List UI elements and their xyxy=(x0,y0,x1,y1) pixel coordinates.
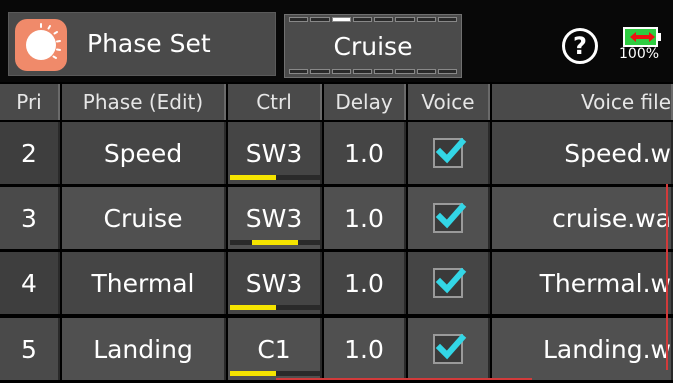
col-header-ctrl: Ctrl xyxy=(228,84,322,120)
col-header-voice: Voice xyxy=(408,84,490,120)
table-row[interactable]: 3 Cruise SW3 1.0 cruise.wa xyxy=(0,187,673,249)
ctrl-cell[interactable]: SW3 xyxy=(228,187,322,249)
col-header-delay: Delay xyxy=(324,84,406,120)
ctrl-label: SW3 xyxy=(245,203,303,233)
ctrl-position-fill xyxy=(230,175,276,180)
phase-name-cell[interactable]: Cruise xyxy=(62,187,226,249)
help-icon[interactable]: ? xyxy=(562,28,598,64)
check-icon xyxy=(435,137,467,164)
ctrl-label: SW3 xyxy=(245,138,303,168)
phase-segment xyxy=(352,17,372,22)
voice-checkbox[interactable] xyxy=(433,267,467,298)
voice-checkbox[interactable] xyxy=(433,333,467,364)
ctrl-label: SW3 xyxy=(245,268,303,298)
ctrl-position-fill xyxy=(252,240,298,245)
table-row[interactable]: 4 Thermal SW3 1.0 Thermal.w xyxy=(0,252,673,314)
ctrl-position-bar xyxy=(230,371,320,376)
voice-cell[interactable] xyxy=(408,122,490,184)
ctrl-label: C1 xyxy=(257,334,291,364)
phase-segment xyxy=(374,17,394,22)
phase-name-cell[interactable]: Speed xyxy=(62,122,226,184)
col-header-phase: Phase (Edit) xyxy=(62,84,226,120)
ctrl-cell[interactable]: SW3 xyxy=(228,122,322,184)
table-row[interactable]: 5 Landing C1 1.0 Landing.w xyxy=(0,318,673,380)
delay-cell[interactable]: 1.0 xyxy=(324,318,406,380)
app-logo-icon xyxy=(15,19,67,71)
phase-segment xyxy=(331,69,351,74)
check-icon xyxy=(435,202,467,229)
delay-cell[interactable]: 1.0 xyxy=(324,122,406,184)
pri-cell: 3 xyxy=(0,187,60,249)
voice-file-cell[interactable]: cruise.wa xyxy=(492,187,673,249)
ctrl-position-bar xyxy=(230,240,320,245)
horizontal-scroll-indicator[interactable] xyxy=(276,378,532,380)
ctrl-position-bar xyxy=(230,175,320,180)
vertical-scroll-indicator[interactable] xyxy=(666,184,668,370)
phase-segment xyxy=(395,69,415,74)
phase-segment xyxy=(416,17,436,22)
voice-file-cell[interactable]: Speed.w xyxy=(492,122,673,184)
phase-segment xyxy=(437,69,457,74)
col-header-pri: Pri xyxy=(0,84,60,120)
phase-segment xyxy=(289,69,309,74)
phase-segment xyxy=(374,69,394,74)
phase-segment xyxy=(437,17,457,22)
voice-file-cell[interactable]: Thermal.w xyxy=(492,252,673,314)
ctrl-cell[interactable]: SW3 xyxy=(228,252,322,314)
delay-cell[interactable]: 1.0 xyxy=(324,252,406,314)
table-header: Pri Phase (Edit) Ctrl Delay Voice Voice … xyxy=(0,84,673,120)
current-phase-label: Cruise xyxy=(333,32,413,61)
ctrl-position-fill xyxy=(230,371,276,376)
pri-cell: 4 xyxy=(0,252,60,314)
phase-segment xyxy=(395,17,415,22)
phase-name-cell[interactable]: Thermal xyxy=(62,252,226,314)
delay-cell[interactable]: 1.0 xyxy=(324,187,406,249)
phase-segment xyxy=(352,69,372,74)
ctrl-position-bar xyxy=(230,305,320,310)
phase-segment xyxy=(310,69,330,74)
voice-checkbox[interactable] xyxy=(433,137,467,168)
check-icon xyxy=(435,333,467,360)
voice-cell[interactable] xyxy=(408,318,490,380)
phase-segment xyxy=(416,69,436,74)
phase-selector[interactable]: Cruise xyxy=(284,14,462,78)
check-icon xyxy=(435,267,467,294)
phase-segment xyxy=(331,17,351,22)
voice-checkbox[interactable] xyxy=(433,202,467,233)
pri-cell: 5 xyxy=(0,318,60,380)
phase-segment xyxy=(310,17,330,22)
phase-indicator-top xyxy=(289,17,457,23)
table-row[interactable]: 2 Speed SW3 1.0 Speed.w xyxy=(0,122,673,184)
col-header-voice-file: Voice file xyxy=(492,84,673,120)
battery-icon xyxy=(623,27,661,47)
ctrl-position-fill xyxy=(230,305,276,310)
voice-file-cell[interactable]: Landing.w xyxy=(492,318,673,380)
pri-cell: 2 xyxy=(0,122,60,184)
ctrl-cell[interactable]: C1 xyxy=(228,318,322,380)
title-panel[interactable]: Phase Set xyxy=(8,12,276,76)
phase-segment xyxy=(289,17,309,22)
phase-indicator-bottom xyxy=(289,69,457,75)
battery-percent: 100% xyxy=(619,46,660,62)
voice-cell[interactable] xyxy=(408,252,490,314)
voice-cell[interactable] xyxy=(408,187,490,249)
top-bar: Phase Set Cruise ? 100% xyxy=(0,0,673,82)
page-title: Phase Set xyxy=(87,29,211,58)
phase-name-cell[interactable]: Landing xyxy=(62,318,226,380)
